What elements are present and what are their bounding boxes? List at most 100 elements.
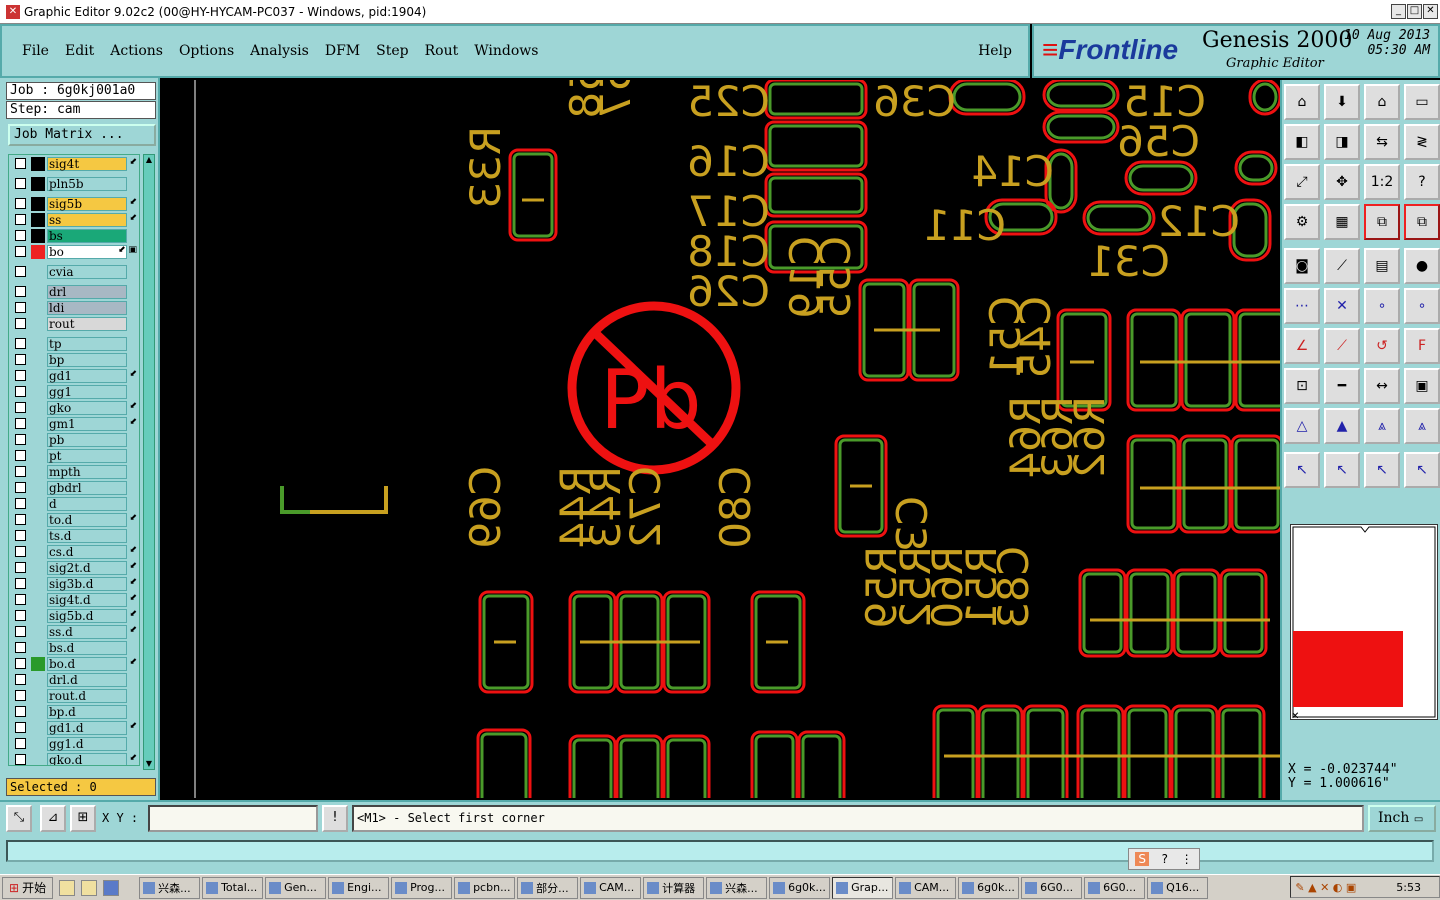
- scroll-up-icon[interactable]: ▲: [144, 155, 154, 165]
- layer-color-swatch[interactable]: [31, 609, 45, 623]
- layer-name[interactable]: rout: [47, 317, 127, 331]
- graphic-canvas[interactable]: Pb R58R57C25C16C17C18C26C36C15C56C14C11C…: [160, 80, 1280, 798]
- layer-name[interactable]: cs.d: [47, 545, 127, 559]
- triangle-icon[interactable]: △: [1284, 408, 1320, 444]
- layer-checkbox[interactable]: [15, 642, 26, 653]
- layer-checkbox[interactable]: [15, 318, 26, 329]
- maximize-button[interactable]: □: [1407, 4, 1422, 19]
- layer-name[interactable]: to.d: [47, 513, 127, 527]
- layer-checkbox[interactable]: [15, 754, 26, 765]
- pointer-box-icon[interactable]: ↖: [1324, 452, 1360, 488]
- layer-checkbox[interactable]: [15, 482, 26, 493]
- layer-checkbox[interactable]: [15, 562, 26, 573]
- layer-color-swatch[interactable]: [31, 721, 45, 735]
- layer-color-swatch[interactable]: [31, 593, 45, 607]
- layer-name[interactable]: bs: [47, 229, 127, 243]
- unit-selector[interactable]: Inch ▭: [1368, 805, 1436, 832]
- layer-checkbox[interactable]: [15, 498, 26, 509]
- layer-name[interactable]: gko: [47, 401, 127, 415]
- layer-row[interactable]: pln5b: [9, 177, 139, 191]
- overview-window[interactable]: ✕: [1290, 524, 1438, 722]
- layer-color-swatch[interactable]: [31, 353, 45, 367]
- move-icon[interactable]: ⊡: [1284, 368, 1320, 404]
- layer-color-swatch[interactable]: [31, 545, 45, 559]
- tool-icon[interactable]: ⚙: [1284, 204, 1320, 240]
- menu-rout[interactable]: Rout: [425, 43, 459, 59]
- layer-row[interactable]: sig4t.d ⬋: [9, 593, 139, 607]
- layer-name[interactable]: rout.d: [47, 689, 127, 703]
- layer-color-swatch[interactable]: [31, 433, 45, 447]
- pointer-round-icon[interactable]: ↖: [1364, 452, 1400, 488]
- pad-icon[interactable]: ◙: [1284, 248, 1320, 284]
- taskbar-item[interactable]: Engi...: [328, 876, 390, 899]
- layer-name[interactable]: ss.d: [47, 625, 127, 639]
- menu-dfm[interactable]: DFM: [325, 43, 360, 59]
- taskbar-item[interactable]: 6G0...: [1021, 876, 1083, 899]
- layer-row[interactable]: ldi: [9, 301, 139, 315]
- taskbar-item[interactable]: 6g0k...: [958, 876, 1020, 899]
- layer-checkbox[interactable]: [15, 738, 26, 749]
- layer-row[interactable]: ss.d ⬋: [9, 625, 139, 639]
- clock-app-icon[interactable]: [81, 879, 98, 896]
- layer-checkbox[interactable]: [15, 302, 26, 313]
- layer-checkbox[interactable]: [15, 514, 26, 525]
- ruler-icon[interactable]: ▤: [1364, 248, 1400, 284]
- layer-row[interactable]: bs: [9, 229, 139, 243]
- layer-color-swatch[interactable]: [31, 481, 45, 495]
- dimension-icon[interactable]: ↔: [1364, 368, 1400, 404]
- layer-name[interactable]: sig5b.d: [47, 609, 127, 623]
- layer-row[interactable]: pt: [9, 449, 139, 463]
- layer-checkbox[interactable]: [15, 434, 26, 445]
- layer-color-swatch[interactable]: [31, 577, 45, 591]
- layer-name[interactable]: drl: [47, 285, 127, 299]
- grid-toggle-icon[interactable]: ▦: [1324, 204, 1360, 240]
- taskbar-item[interactable]: 计算器: [643, 876, 705, 899]
- layer-row[interactable]: ts.d: [9, 529, 139, 543]
- layer-checkbox[interactable]: [15, 722, 26, 733]
- layer-checkbox[interactable]: [15, 546, 26, 557]
- layer-row[interactable]: gm1 ⬋: [9, 417, 139, 431]
- pan-left-icon[interactable]: ◧: [1284, 124, 1320, 160]
- layer-color-swatch[interactable]: [31, 369, 45, 383]
- layer-checkbox[interactable]: [15, 198, 26, 209]
- layer-color-swatch[interactable]: [31, 641, 45, 655]
- layer-row[interactable]: gko ⬋: [9, 401, 139, 415]
- layer-color-swatch[interactable]: [31, 625, 45, 639]
- layer-name[interactable]: sig4t: [47, 157, 127, 171]
- shield-app-icon[interactable]: [103, 879, 120, 896]
- window-icon[interactable]: ▭: [1404, 84, 1440, 120]
- slash-icon[interactable]: ⟋: [1324, 328, 1360, 364]
- menu-analysis[interactable]: Analysis: [250, 43, 309, 59]
- layer-row[interactable]: gd1.d ⬋: [9, 721, 139, 735]
- layer-row[interactable]: mpth: [9, 465, 139, 479]
- layer-color-swatch[interactable]: [31, 561, 45, 575]
- layer-checkbox[interactable]: [15, 338, 26, 349]
- center-icon[interactable]: ✥: [1324, 164, 1360, 200]
- layer-row[interactable]: bp.d: [9, 705, 139, 719]
- layer-name[interactable]: gko.d: [47, 753, 127, 765]
- layer-color-swatch[interactable]: [31, 513, 45, 527]
- layer-name[interactable]: gbdrl: [47, 481, 127, 495]
- layer-name[interactable]: sig5b: [47, 197, 127, 211]
- layer-name[interactable]: bp.d: [47, 705, 127, 719]
- taskbar-item[interactable]: Q16...: [1147, 876, 1209, 899]
- layer-color-swatch[interactable]: [31, 657, 45, 671]
- triangle-b-icon[interactable]: ▲: [1324, 408, 1360, 444]
- layer-checkbox[interactable]: [15, 370, 26, 381]
- taskbar-item[interactable]: 6g0k...: [769, 876, 831, 899]
- layer-color-swatch[interactable]: [31, 449, 45, 463]
- layer-row[interactable]: rout.d: [9, 689, 139, 703]
- layer-row[interactable]: sig3b.d ⬋: [9, 577, 139, 591]
- layer-checkbox[interactable]: [15, 286, 26, 297]
- layer-name[interactable]: gd1: [47, 369, 127, 383]
- ime-toolbar[interactable]: S ? ⋮: [1128, 848, 1200, 870]
- layer-checkbox[interactable]: [15, 530, 26, 541]
- desktop-icon[interactable]: [59, 879, 76, 896]
- layer-row[interactable]: sig5b.d ⬋: [9, 609, 139, 623]
- layer-name[interactable]: pt: [47, 449, 127, 463]
- layer-name[interactable]: sig2t.d: [47, 561, 127, 575]
- connect-icon[interactable]: ⋯: [1284, 288, 1320, 324]
- layer-checkbox[interactable]: [15, 418, 26, 429]
- taskbar-item[interactable]: Prog...: [391, 876, 453, 899]
- taskbar-item[interactable]: 6G0...: [1084, 876, 1146, 899]
